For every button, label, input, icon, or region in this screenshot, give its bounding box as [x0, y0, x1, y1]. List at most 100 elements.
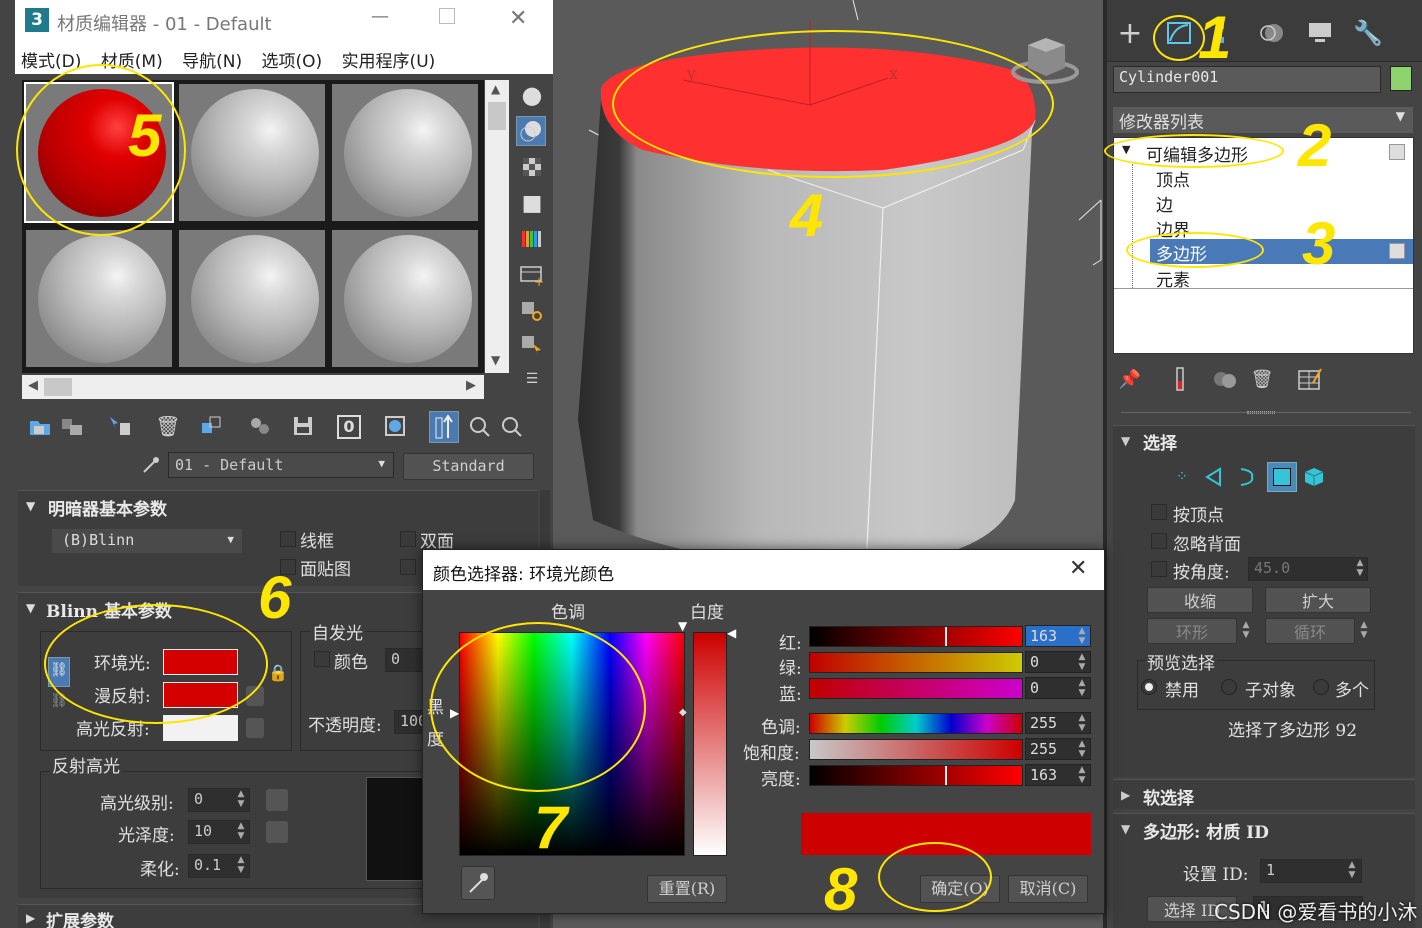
backlight-button[interactable]: [516, 116, 546, 146]
make-copy-icon[interactable]: [199, 413, 225, 439]
preview-subobject-radio[interactable]: [1221, 679, 1237, 695]
chevron-right-icon[interactable]: ▶: [466, 378, 476, 393]
show-end-result-icon[interactable]: [1167, 366, 1193, 392]
slots-horizontal-scrollbar[interactable]: ◀ ▶: [22, 375, 484, 399]
selection-rollout-title[interactable]: 选择: [1143, 429, 1177, 454]
soft-selection-rollout[interactable]: ▶ 软选择: [1113, 779, 1415, 809]
expand-icon[interactable]: ▶: [1121, 788, 1130, 802]
make-unique-icon[interactable]: [247, 413, 273, 439]
collapse-icon[interactable]: ▼: [26, 601, 35, 615]
whiteness-level-icon[interactable]: ◀: [727, 626, 736, 640]
make-preview-icon[interactable]: +: [519, 262, 545, 288]
spinner-icon[interactable]: ▲ ▼: [1075, 739, 1089, 761]
loop-button[interactable]: 循环: [1265, 618, 1355, 644]
pin-stack-icon[interactable]: 📌: [1117, 366, 1143, 392]
display-tab-icon[interactable]: [1307, 20, 1333, 46]
put-to-scene-icon[interactable]: [59, 413, 85, 439]
get-material-icon[interactable]: [27, 413, 53, 439]
sample-slot[interactable]: [177, 82, 327, 223]
reset-button[interactable]: 重置(R): [647, 875, 727, 903]
preview-off-radio[interactable]: [1141, 679, 1157, 695]
expand-icon[interactable]: ▶: [26, 911, 35, 925]
options-icon[interactable]: [519, 298, 545, 324]
minimize-icon[interactable]: —: [371, 6, 389, 27]
value-slider[interactable]: [809, 765, 1023, 786]
object-name-field[interactable]: Cylinder001: [1113, 66, 1381, 93]
spinner-icon[interactable]: ▲ ▼: [1357, 620, 1371, 642]
border-mode-icon[interactable]: [1233, 464, 1259, 490]
shrink-button[interactable]: 收缩: [1147, 587, 1253, 613]
by-angle-input[interactable]: 45.0: [1248, 557, 1368, 581]
sample-slot[interactable]: [330, 228, 480, 369]
ignore-backfacing-checkbox[interactable]: [1151, 533, 1167, 549]
vertex-mode-icon[interactable]: ⁘: [1169, 464, 1195, 490]
twosided-checkbox[interactable]: [400, 531, 416, 547]
glossiness-map-button[interactable]: [266, 821, 288, 843]
background-icon[interactable]: [519, 154, 545, 180]
close-icon[interactable]: ✕: [1069, 556, 1087, 581]
specular-map-button[interactable]: [246, 718, 264, 738]
sample-slot[interactable]: [177, 228, 327, 369]
utilities-tab-icon[interactable]: 🔧: [1353, 19, 1383, 47]
preview-multi-radio[interactable]: [1313, 679, 1329, 695]
grow-button[interactable]: 扩大: [1265, 587, 1371, 613]
modifier-list-dropdown[interactable]: 修改器列表 ▼: [1113, 107, 1413, 133]
by-angle-checkbox[interactable]: [1151, 561, 1167, 577]
sample-slot[interactable]: [24, 228, 174, 369]
motion-tab-icon[interactable]: [1259, 20, 1285, 46]
remove-modifier-icon[interactable]: 🗑: [1249, 366, 1275, 392]
go-to-parent-icon[interactable]: [467, 413, 493, 439]
menu-navigation[interactable]: 导航(N): [182, 52, 242, 72]
material-type-button[interactable]: Standard: [403, 453, 534, 480]
edge-mode-icon[interactable]: [1201, 464, 1227, 490]
close-icon[interactable]: ✕: [509, 6, 527, 31]
spinner-icon[interactable]: ▲ ▼: [1075, 652, 1089, 674]
selfillum-color-checkbox[interactable]: [314, 651, 330, 667]
create-tab-icon[interactable]: +: [1117, 16, 1143, 51]
uv-tiling-icon[interactable]: ■: [519, 190, 545, 216]
chevron-left-icon[interactable]: ◀: [28, 378, 38, 393]
selfillum-input[interactable]: 0: [385, 648, 425, 672]
spinner-icon[interactable]: ▲ ▼: [234, 821, 248, 843]
wire-checkbox[interactable]: [280, 531, 296, 547]
stack-item-vertex[interactable]: 顶点: [1156, 166, 1190, 191]
show-shaded-material-icon[interactable]: [383, 413, 409, 439]
sample-slot[interactable]: [330, 82, 480, 223]
material-id-channel-button[interactable]: 0: [337, 415, 361, 439]
red-slider[interactable]: [809, 626, 1023, 647]
chevron-down-icon[interactable]: ▼: [491, 353, 500, 367]
slots-vertical-scrollbar[interactable]: ▲ ▼: [485, 80, 509, 373]
spinner-icon[interactable]: ▲ ▼: [1075, 626, 1089, 648]
spinner-icon[interactable]: ▲ ▼: [1353, 558, 1367, 580]
eyedropper-button[interactable]: [461, 866, 495, 900]
collapse-icon[interactable]: ▼: [1121, 822, 1130, 836]
maximize-icon[interactable]: [439, 8, 455, 24]
ring-button[interactable]: 环形: [1147, 618, 1237, 644]
collapse-icon[interactable]: ▼: [1121, 434, 1130, 448]
polygon-mode-button[interactable]: [1267, 462, 1297, 492]
collapse-icon[interactable]: ▼: [26, 499, 35, 513]
video-color-check-icon[interactable]: [519, 226, 545, 252]
chevron-up-icon[interactable]: ▲: [491, 82, 500, 96]
green-slider[interactable]: [809, 652, 1023, 673]
blue-slider[interactable]: [809, 678, 1023, 699]
material-map-navigator-icon[interactable]: ☰: [519, 366, 545, 392]
show-end-result-button[interactable]: [429, 411, 459, 443]
spinner-icon[interactable]: ▲ ▼: [1075, 713, 1089, 735]
whiteness-bar[interactable]: [693, 632, 727, 856]
spinner-icon[interactable]: ▲ ▼: [1075, 678, 1089, 700]
menu-utilities[interactable]: 实用程序(U): [342, 52, 436, 72]
spinner-icon[interactable]: ▲ ▼: [1345, 860, 1359, 882]
go-forward-sibling-icon[interactable]: [499, 413, 525, 439]
make-unique-icon[interactable]: [1211, 366, 1237, 392]
element-mode-icon[interactable]: [1301, 464, 1327, 490]
faceted-checkbox[interactable]: [400, 559, 416, 575]
hue-slider[interactable]: [809, 713, 1023, 734]
cancel-button[interactable]: 取消(C): [1008, 875, 1088, 903]
select-by-material-icon[interactable]: [519, 332, 545, 358]
lock-icon[interactable]: 🔒: [268, 663, 288, 685]
menu-options[interactable]: 选项(O): [262, 52, 323, 72]
by-vertex-checkbox[interactable]: [1151, 504, 1167, 520]
assign-to-selection-icon[interactable]: [107, 413, 133, 439]
spinner-icon[interactable]: ▲ ▼: [1075, 765, 1089, 787]
